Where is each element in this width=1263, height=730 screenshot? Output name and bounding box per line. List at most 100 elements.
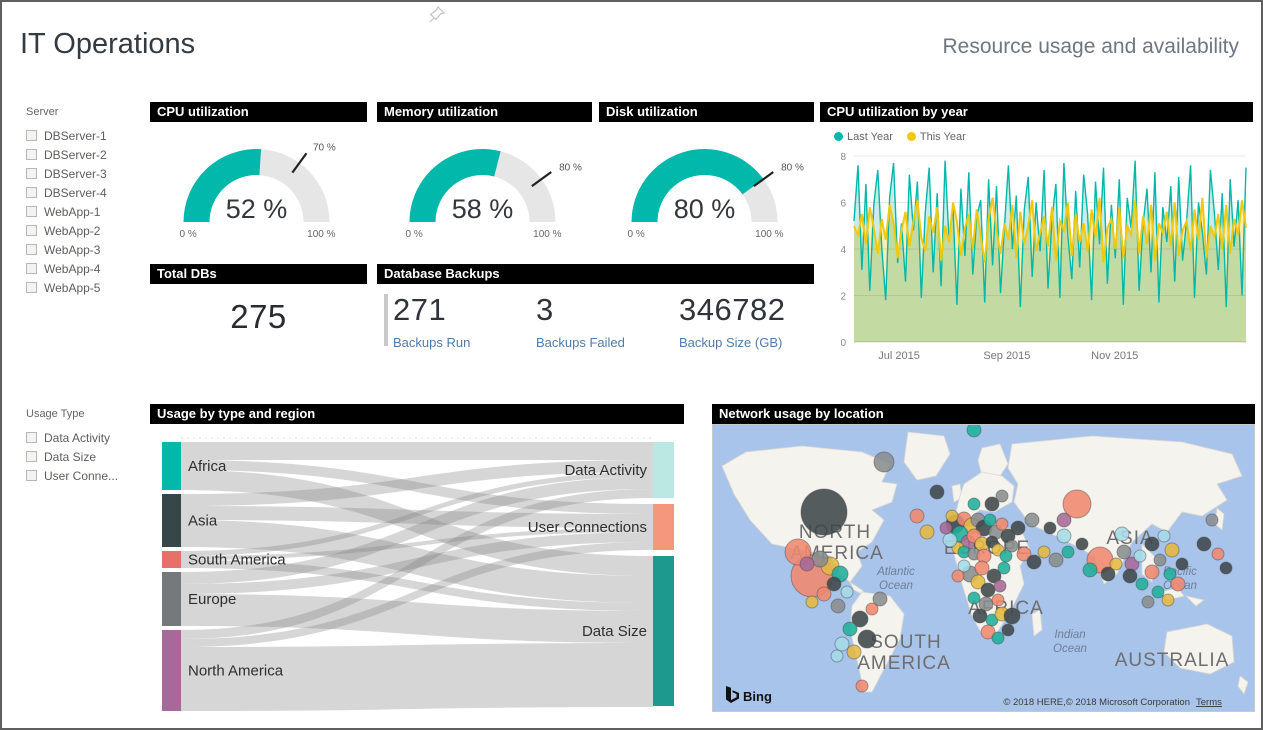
checkbox[interactable]	[26, 206, 37, 217]
backups-failed-label: Backups Failed	[536, 335, 679, 350]
checkbox[interactable]	[26, 244, 37, 255]
backup-size-item: 346782 Backup Size (GB)	[679, 292, 785, 350]
legend-dot	[834, 132, 843, 141]
slicer-item-label: WebApp-1	[44, 205, 100, 219]
svg-text:AMERICA: AMERICA	[857, 653, 951, 674]
slicer-item-label: Data Size	[44, 450, 96, 464]
slicer-item[interactable]: Data Size	[26, 447, 148, 466]
legend-item[interactable]: This Year	[907, 131, 966, 143]
slicer-item-label: DBServer-3	[44, 167, 107, 181]
slicer-item-label: DBServer-1	[44, 129, 107, 143]
legend-label: This Year	[920, 131, 966, 143]
slicer-item[interactable]: WebApp-2	[26, 221, 148, 240]
checkbox[interactable]	[26, 225, 37, 236]
page-title: IT Operations	[20, 28, 195, 61]
legend-item[interactable]: Last Year	[834, 131, 893, 143]
svg-text:Nov 2015: Nov 2015	[1091, 350, 1138, 362]
backup-size-label: Backup Size (GB)	[679, 335, 785, 350]
svg-text:80 %: 80 %	[781, 163, 804, 174]
visual-title: Network usage by location	[712, 404, 1255, 424]
slicer-item[interactable]: WebApp-5	[26, 278, 148, 297]
svg-text:Data Activity: Data Activity	[564, 462, 647, 479]
visual-title: Usage by type and region	[150, 404, 684, 424]
usage-sankey-chart[interactable]: AfricaAsiaSouth AmericaEuropeNorth Ameri…	[150, 424, 684, 720]
checkbox[interactable]	[26, 432, 37, 443]
backups-run-value: 271	[393, 292, 536, 328]
disk-gauge-chart[interactable]: 80 %80 %0 %100 %	[599, 122, 814, 242]
checkbox[interactable]	[26, 263, 37, 274]
checkbox[interactable]	[26, 130, 37, 141]
svg-text:100 %: 100 %	[755, 229, 783, 240]
svg-text:User Connections: User Connections	[528, 519, 647, 536]
svg-text:Sep 2015: Sep 2015	[983, 350, 1030, 362]
cpu-utilization-gauge: CPU utilization 70 %52 %0 %100 %	[150, 102, 367, 247]
visual-title: Disk utilization	[599, 102, 814, 122]
cpu-gauge-chart[interactable]: 70 %52 %0 %100 %	[150, 122, 367, 242]
slicer-item-label: Data Activity	[44, 431, 110, 445]
svg-text:Jul 2015: Jul 2015	[878, 350, 920, 362]
slicer-item[interactable]: DBServer-3	[26, 164, 148, 183]
card-accent-bar	[384, 294, 388, 346]
total-dbs-value: 275	[150, 284, 367, 336]
slicer-item[interactable]: DBServer-4	[26, 183, 148, 202]
svg-text:100 %: 100 %	[307, 229, 335, 240]
total-dbs-card: Total DBs 275	[150, 264, 367, 354]
server-slicer: Server DBServer-1DBServer-2DBServer-3DBS…	[26, 106, 148, 297]
map-terms-link[interactable]: Terms	[1196, 697, 1222, 708]
checkbox[interactable]	[26, 187, 37, 198]
usage-type-slicer: Usage Type Data Activity Data Size User Co…	[26, 408, 148, 485]
svg-text:AUSTRALIA: AUSTRALIA	[1115, 650, 1230, 671]
slicer-item[interactable]: DBServer-2	[26, 145, 148, 164]
svg-text:Data Size: Data Size	[582, 623, 647, 640]
slicer-item[interactable]: WebApp-1	[26, 202, 148, 221]
database-backups-card: Database Backups 271 Backups Run 3 Backu…	[377, 264, 814, 354]
page-subtitle: Resource usage and availability	[942, 35, 1239, 59]
server-slicer-label: Server	[26, 106, 148, 118]
visual-title: CPU utilization by year	[820, 102, 1253, 122]
svg-text:8: 8	[840, 152, 846, 163]
svg-text:Europe: Europe	[188, 591, 236, 608]
server-slicer-items: DBServer-1 DBServer-2 DBServer-3 DBServer-4…	[26, 126, 148, 297]
checkbox[interactable]	[26, 168, 37, 179]
usage-type-slicer-items: Data Activity Data Size User Conne...	[26, 428, 148, 485]
svg-text:Africa: Africa	[188, 458, 227, 475]
svg-text:Indian: Indian	[1054, 629, 1085, 641]
legend-label: Last Year	[847, 131, 893, 143]
checkbox[interactable]	[26, 451, 37, 462]
svg-text:4: 4	[840, 245, 846, 256]
slicer-item[interactable]: User Conne...	[26, 466, 148, 485]
slicer-item[interactable]: DBServer-1	[26, 126, 148, 145]
backups-run-item: 271 Backups Run	[393, 292, 536, 350]
svg-text:Ocean: Ocean	[879, 580, 913, 592]
svg-text:Ocean: Ocean	[1053, 643, 1087, 655]
checkbox[interactable]	[26, 149, 37, 160]
usage-type-slicer-label: Usage Type	[26, 408, 148, 420]
svg-text:0 %: 0 %	[180, 229, 197, 240]
backup-size-value: 346782	[679, 292, 785, 328]
slicer-item-label: User Conne...	[44, 469, 118, 483]
cpu-by-year-line-chart[interactable]: 0 2 4 6 8 Jul 2015 Sep 2015 Nov 2015	[820, 144, 1253, 372]
backups-failed-item: 3 Backups Failed	[536, 292, 679, 350]
svg-text:0: 0	[840, 338, 846, 349]
svg-text:North America: North America	[188, 663, 284, 680]
pin-icon[interactable]	[426, 4, 448, 26]
checkbox[interactable]	[26, 470, 37, 481]
svg-text:Bing: Bing	[743, 689, 772, 704]
svg-text:6: 6	[840, 199, 846, 210]
svg-text:2: 2	[840, 292, 846, 303]
backups-failed-value: 3	[536, 292, 679, 328]
network-usage-map[interactable]: NORTHAMERICASOUTHAMERICAEUROPEAFRICAASIA…	[712, 424, 1255, 712]
visual-title: Database Backups	[377, 264, 814, 284]
memory-gauge-chart[interactable]: 80 %58 %0 %100 %	[377, 122, 592, 242]
slicer-item[interactable]: WebApp-4	[26, 259, 148, 278]
usage-by-type-region-visual: Usage by type and region AfricaAsiaSouth…	[150, 404, 684, 725]
checkbox[interactable]	[26, 282, 37, 293]
svg-text:70 %: 70 %	[313, 142, 336, 153]
slicer-item-label: WebApp-3	[44, 243, 100, 257]
slicer-item-label: WebApp-5	[44, 281, 100, 295]
slicer-item[interactable]: Data Activity	[26, 428, 148, 447]
svg-text:80 %: 80 %	[559, 163, 582, 174]
chart-legend: Last Year This Year	[820, 122, 1253, 144]
svg-text:Atlantic: Atlantic	[876, 566, 915, 578]
slicer-item[interactable]: WebApp-3	[26, 240, 148, 259]
